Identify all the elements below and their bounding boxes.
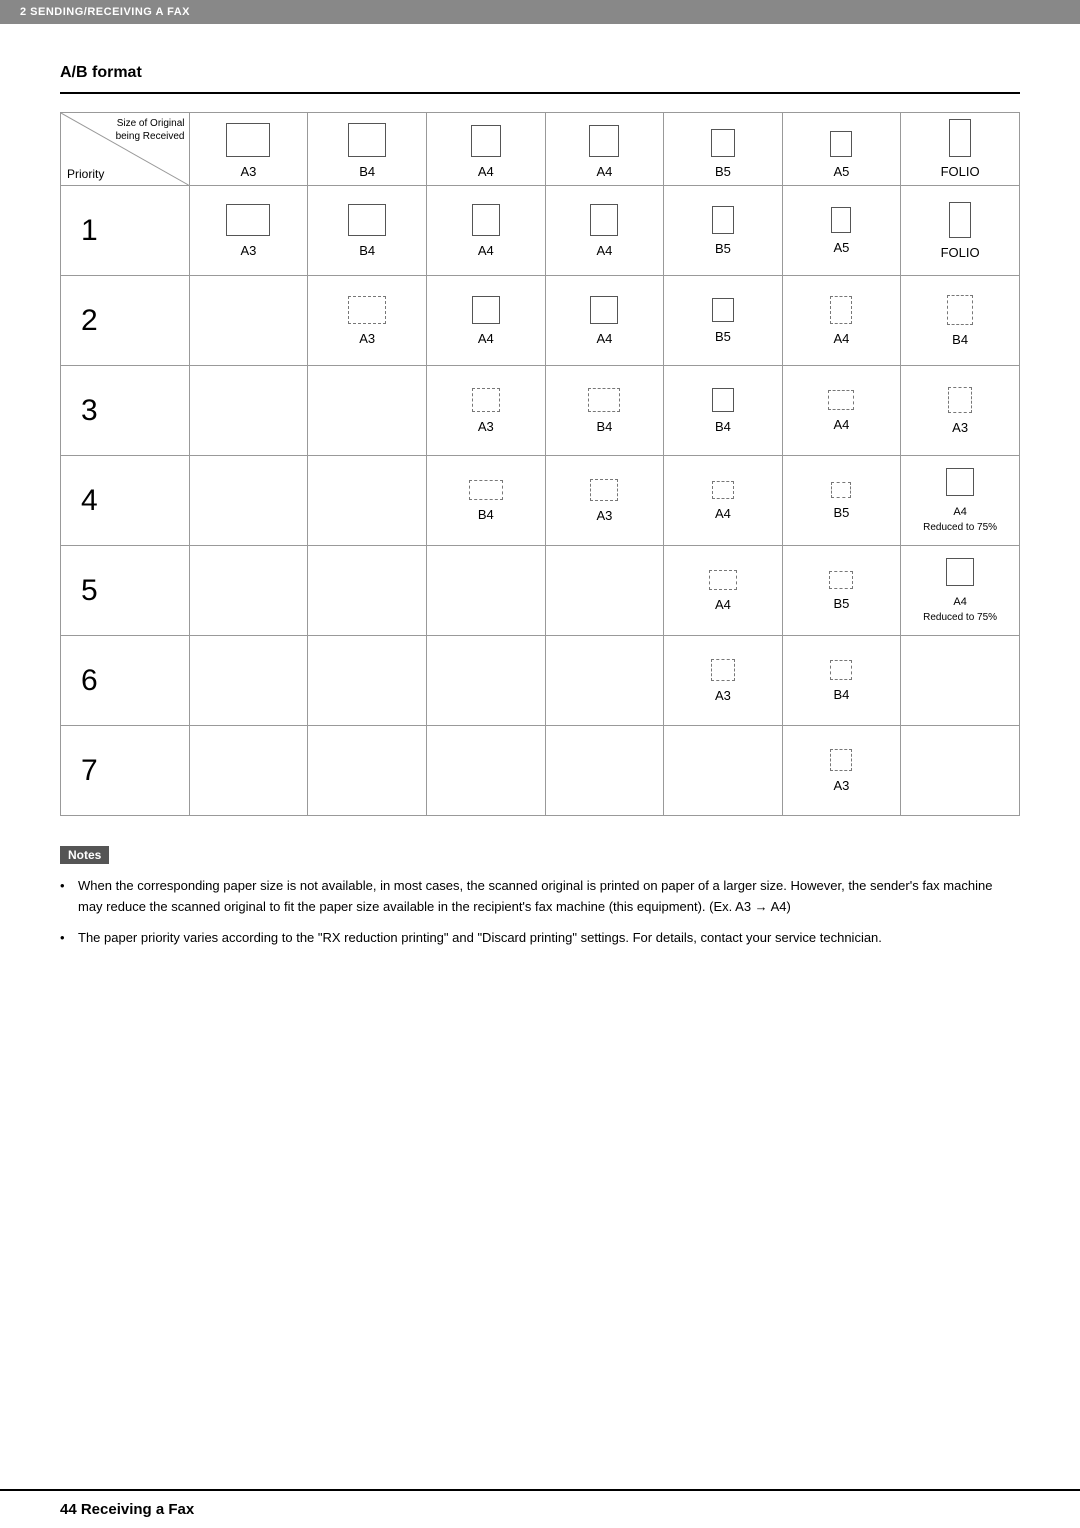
- top-bar: 2 SENDING/RECEIVING A FAX: [0, 0, 1080, 24]
- paper-cell: A4: [664, 456, 783, 546]
- column-header: FOLIO: [901, 113, 1020, 186]
- column-header: B4: [308, 113, 427, 186]
- paper-cell: A4: [427, 276, 546, 366]
- column-header: A4: [427, 113, 546, 186]
- priority-cell: 4: [61, 456, 190, 546]
- note-item: The paper priority varies according to t…: [60, 928, 1020, 949]
- priority-cell: 2: [61, 276, 190, 366]
- paper-cell: A4: [545, 186, 664, 276]
- priority-cell: 1: [61, 186, 190, 276]
- paper-cell: A4: [664, 546, 783, 636]
- paper-cell: B4: [545, 366, 664, 456]
- paper-cell: B5: [664, 186, 783, 276]
- paper-cell: B4: [664, 366, 783, 456]
- priority-label: Priority: [67, 167, 104, 181]
- paper-cell: B5: [782, 546, 900, 636]
- paper-cell: [308, 546, 427, 636]
- paper-cell: [189, 366, 308, 456]
- paper-cell: A3: [189, 186, 308, 276]
- paper-cell: FOLIO: [901, 186, 1020, 276]
- paper-cell: A3: [901, 366, 1020, 456]
- paper-cell: A4Reduced to 75%: [901, 546, 1020, 636]
- header-diagonal-cell: Size of Originalbeing Received Priority: [61, 113, 190, 186]
- paper-cell: A4Reduced to 75%: [901, 456, 1020, 546]
- paper-cell: A3: [545, 456, 664, 546]
- paper-cell: [427, 726, 546, 816]
- footer-text: 44 Receiving a Fax: [60, 1501, 194, 1518]
- paper-cell: [308, 636, 427, 726]
- paper-cell: A3: [664, 636, 783, 726]
- paper-cell: A3: [308, 276, 427, 366]
- priority-cell: 5: [61, 546, 190, 636]
- priority-cell: 3: [61, 366, 190, 456]
- ab-format-table: Size of Originalbeing Received Priority …: [60, 112, 1020, 816]
- paper-cell: B4: [427, 456, 546, 546]
- paper-cell: [901, 636, 1020, 726]
- notes-badge: Notes: [60, 846, 109, 864]
- paper-cell: [189, 726, 308, 816]
- column-header: A4: [545, 113, 664, 186]
- paper-cell: B4: [308, 186, 427, 276]
- paper-cell: [308, 366, 427, 456]
- paper-cell: A4: [782, 366, 900, 456]
- section-title: A/B format: [60, 64, 1020, 94]
- notes-list: When the corresponding paper size is not…: [60, 876, 1020, 948]
- paper-cell: A3: [782, 726, 900, 816]
- paper-cell: A4: [782, 276, 900, 366]
- main-content: A/B format Size of Originalbeing Receive…: [0, 24, 1080, 998]
- paper-cell: [189, 546, 308, 636]
- note-item: When the corresponding paper size is not…: [60, 876, 1020, 918]
- paper-cell: [427, 546, 546, 636]
- priority-cell: 6: [61, 636, 190, 726]
- paper-cell: [308, 726, 427, 816]
- paper-cell: [189, 636, 308, 726]
- column-header: B5: [664, 113, 783, 186]
- paper-cell: A4: [545, 276, 664, 366]
- paper-cell: [427, 636, 546, 726]
- paper-cell: [545, 636, 664, 726]
- paper-cell: [189, 456, 308, 546]
- paper-cell: A4: [427, 186, 546, 276]
- page-footer: 44 Receiving a Fax: [0, 1489, 1080, 1528]
- paper-cell: [545, 546, 664, 636]
- paper-cell: B5: [782, 456, 900, 546]
- paper-cell: [189, 276, 308, 366]
- paper-cell: [664, 726, 783, 816]
- column-header: A3: [189, 113, 308, 186]
- paper-cell: [901, 726, 1020, 816]
- priority-cell: 7: [61, 726, 190, 816]
- paper-cell: B4: [901, 276, 1020, 366]
- chapter-label: 2 SENDING/RECEIVING A FAX: [20, 6, 190, 18]
- paper-cell: B5: [664, 276, 783, 366]
- column-header: A5: [782, 113, 900, 186]
- size-label: Size of Originalbeing Received: [116, 117, 185, 143]
- paper-cell: B4: [782, 636, 900, 726]
- paper-cell: A5: [782, 186, 900, 276]
- paper-cell: [545, 726, 664, 816]
- paper-cell: [308, 456, 427, 546]
- paper-cell: A3: [427, 366, 546, 456]
- notes-section: Notes When the corresponding paper size …: [60, 846, 1020, 948]
